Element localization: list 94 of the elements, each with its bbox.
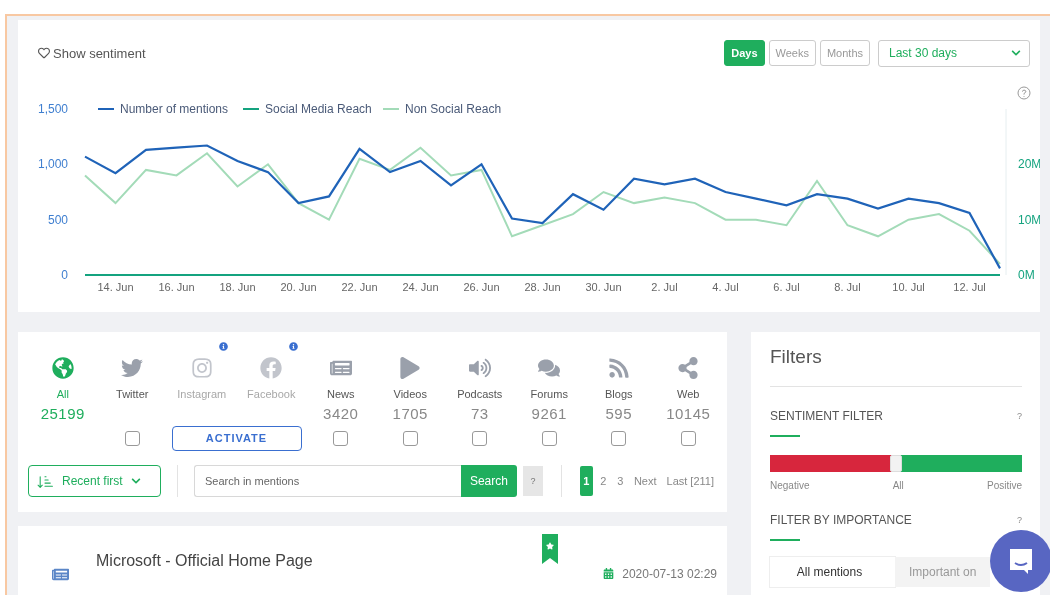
- heart-icon: [38, 47, 50, 59]
- date-range-select[interactable]: Last 30 days: [878, 39, 1030, 67]
- y-tick-label: 500: [47, 212, 68, 227]
- slider-thumb[interactable]: [890, 455, 902, 472]
- section-heading: FILTER BY IMPORTANCE: [770, 513, 912, 527]
- x-tick-label: 28. Jun: [524, 281, 561, 293]
- show-sentiment-toggle[interactable]: Show sentiment: [38, 45, 146, 61]
- search-field[interactable]: Search in mentions: [193, 465, 461, 497]
- x-tick-label: 4. Jul: [712, 281, 739, 293]
- x-tick-label: 26. Jun: [463, 281, 500, 293]
- y-tick-label: 20M: [1018, 157, 1040, 172]
- legend-label: Number of mentions: [120, 102, 229, 116]
- source-label: Videos: [393, 388, 427, 402]
- source-icon[interactable]: [607, 357, 630, 379]
- x-tick-label: 10. Jul: [892, 281, 925, 293]
- help-mark[interactable]: ?: [1017, 411, 1022, 421]
- source-label: Blogs: [605, 388, 633, 402]
- period-tab[interactable]: Months: [819, 40, 870, 66]
- section-heading: SENTIMENT FILTER: [770, 409, 883, 423]
- source-icon[interactable]: [468, 357, 491, 379]
- source-count: 10145: [666, 405, 711, 424]
- x-tick-label: 16. Jun: [158, 281, 195, 293]
- page-link[interactable]: 2: [596, 466, 610, 496]
- legend-label: Non Social Reach: [405, 102, 502, 116]
- source-checkbox[interactable]: [611, 430, 627, 446]
- help-button[interactable]: ?: [522, 466, 543, 496]
- x-tick-label: 2. Jul: [651, 281, 678, 293]
- source-count: 3420: [323, 405, 359, 424]
- chevron-down-icon: [1011, 48, 1021, 58]
- source-label: Forums: [530, 388, 568, 402]
- chevron-down-icon: [130, 476, 141, 486]
- period-tab[interactable]: Days: [724, 40, 765, 66]
- source-count: 1705: [392, 405, 428, 424]
- source-checkbox[interactable]: [541, 430, 557, 446]
- source-label: Instagram: [177, 388, 227, 402]
- source-label: News: [327, 388, 355, 402]
- source-checkbox[interactable]: [124, 430, 140, 446]
- x-tick-label: 24. Jun: [402, 281, 439, 293]
- x-tick-label: 6. Jul: [773, 281, 800, 293]
- source-icon[interactable]: [51, 357, 74, 379]
- x-tick-label: 18. Jun: [219, 281, 256, 293]
- source-icon[interactable]: [121, 357, 144, 379]
- source-icon[interactable]: [677, 357, 700, 379]
- source-icon[interactable]: [399, 357, 422, 379]
- importance-option[interactable]: Important on: [895, 557, 990, 587]
- mention-date: 2020-07-13 02:29: [603, 552, 717, 595]
- source-checkbox[interactable]: [472, 430, 488, 446]
- x-tick-label: 22. Jun: [341, 281, 378, 293]
- legend-label: Social Media Reach: [265, 102, 372, 116]
- legend-item[interactable]: Social Media Reach: [242, 102, 372, 116]
- source-count: 9261: [531, 405, 567, 424]
- x-tick-label: 30. Jun: [585, 281, 622, 293]
- source-checkbox[interactable]: [680, 430, 696, 446]
- y-tick-label: 1,500: [37, 102, 68, 116]
- legend-item[interactable]: Number of mentions: [97, 102, 229, 116]
- page-link[interactable]: Last [211]: [663, 466, 717, 496]
- slider-label: Negative: [770, 480, 810, 491]
- source-label: Podcasts: [457, 388, 503, 402]
- x-tick-label: 14. Jun: [97, 281, 134, 293]
- source-count: 73: [470, 405, 489, 424]
- calendar-icon: [603, 568, 615, 579]
- y-tick-label: 10M: [1018, 212, 1040, 227]
- importance-option[interactable]: All mentions: [770, 557, 895, 587]
- page-link[interactable]: Next: [630, 466, 660, 496]
- source-icon[interactable]: [538, 357, 561, 379]
- source-checkbox[interactable]: [333, 430, 349, 446]
- mention-title[interactable]: Microsoft - Official Home Page: [96, 552, 313, 595]
- source-label: Facebook: [247, 388, 296, 402]
- y-tick-label: 1,000: [37, 157, 68, 172]
- y-tick-label: 0M: [1018, 268, 1035, 282]
- legend-item[interactable]: Non Social Reach: [382, 102, 502, 116]
- period-tab[interactable]: Weeks: [768, 40, 816, 66]
- x-tick-label: 12. Jul: [953, 281, 986, 293]
- source-checkbox[interactable]: [402, 430, 418, 446]
- page-link[interactable]: 1: [579, 466, 593, 496]
- sentiment-slider[interactable]: [770, 455, 1022, 472]
- search-button[interactable]: Search: [460, 465, 517, 497]
- x-tick-label: 8. Jul: [834, 281, 861, 293]
- help-icon[interactable]: [1017, 86, 1031, 100]
- x-tick-label: 20. Jun: [280, 281, 317, 293]
- sort-dropdown[interactable]: Recent first: [28, 465, 161, 497]
- page-link[interactable]: 3: [613, 466, 627, 496]
- activate-button[interactable]: ACTIVATE: [171, 425, 302, 451]
- news-icon: [52, 566, 69, 583]
- source-count: 595: [605, 405, 632, 424]
- source-label: Web: [677, 388, 700, 402]
- slider-label: All: [892, 480, 904, 491]
- source-label: Twitter: [116, 388, 149, 402]
- slider-label: Positive: [986, 480, 1022, 491]
- source-count: 25199: [40, 405, 85, 424]
- source-label: All: [56, 388, 69, 402]
- filters-title: Filters: [770, 346, 1022, 387]
- y-tick-label: 0: [61, 268, 68, 282]
- help-mark[interactable]: ?: [1017, 515, 1022, 525]
